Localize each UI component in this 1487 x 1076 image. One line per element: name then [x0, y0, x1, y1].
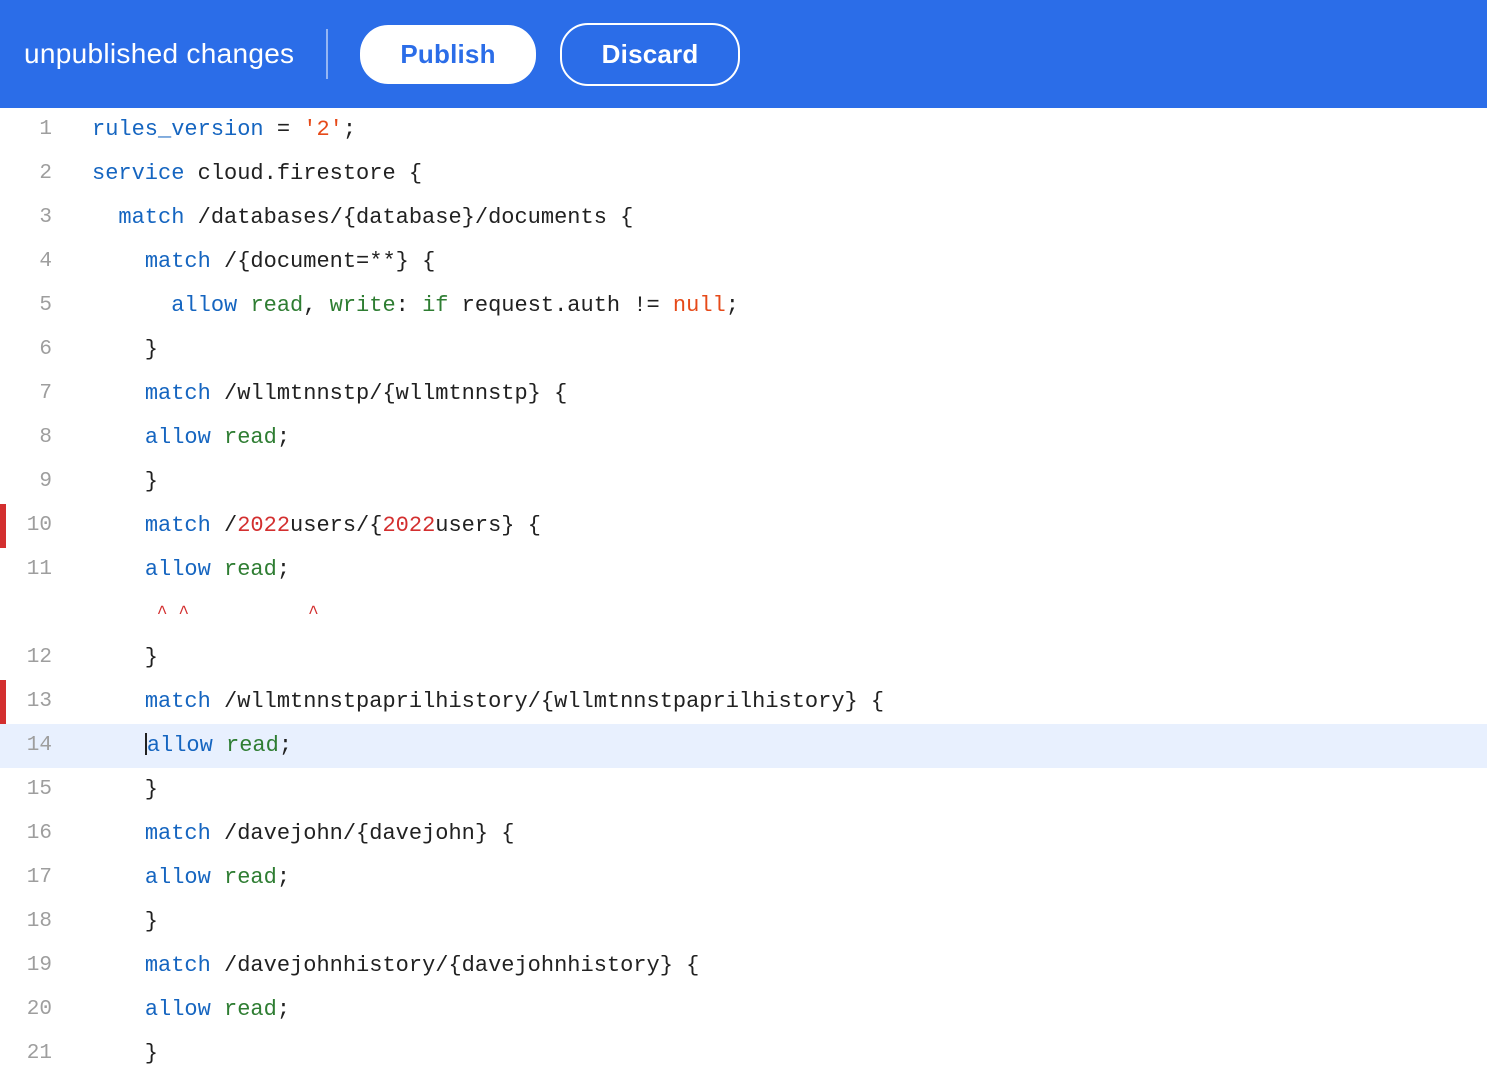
line-content: allow read;	[80, 548, 1487, 592]
code-line: 12 }	[0, 636, 1487, 680]
line-content: }	[80, 636, 1487, 680]
code-line: 7 match /wllmtnnstp/{wllmtnnstp} {	[0, 372, 1487, 416]
line-number: 7	[0, 372, 80, 416]
code-line: 17 allow read;	[0, 856, 1487, 900]
line-number: 4	[0, 240, 80, 284]
code-line: 8 allow read;	[0, 416, 1487, 460]
line-number: 20	[0, 988, 80, 1032]
code-line: 20 allow read;	[0, 988, 1487, 1032]
line-content: }	[80, 1032, 1487, 1076]
line-content: allow read;	[80, 416, 1487, 460]
text-cursor	[145, 733, 147, 755]
line-number: 5	[0, 284, 80, 328]
code-editor[interactable]: 1rules_version = '2';2service cloud.fire…	[0, 108, 1487, 1076]
code-line: 5 allow read, write: if request.auth != …	[0, 284, 1487, 328]
code-line: 6 }	[0, 328, 1487, 372]
code-line: 15 }	[0, 768, 1487, 812]
line-number: 13	[0, 680, 80, 724]
code-line: 18 }	[0, 900, 1487, 944]
code-line: 9 }	[0, 460, 1487, 504]
line-number: 6	[0, 328, 80, 372]
line-content: allow read, write: if request.auth != nu…	[80, 284, 1487, 328]
line-content: }	[80, 460, 1487, 504]
line-number: 14	[0, 724, 80, 768]
line-number: 21	[0, 1032, 80, 1076]
line-content: allow read;	[80, 856, 1487, 900]
line-number: 8	[0, 416, 80, 460]
line-number: 18	[0, 900, 80, 944]
line-content: match /davejohnhistory/{davejohnhistory}…	[80, 944, 1487, 988]
line-number: 1	[0, 108, 80, 152]
header-divider	[326, 29, 328, 79]
code-line: 10 match /2022users/{2022users} {	[0, 504, 1487, 548]
line-number: 9	[0, 460, 80, 504]
line-number: 10	[0, 504, 80, 548]
line-content: match /2022users/{2022users} {	[80, 504, 1487, 548]
line-content: }	[80, 328, 1487, 372]
line-content: service cloud.firestore {	[80, 152, 1487, 196]
line-number: 2	[0, 152, 80, 196]
line-content: match /databases/{database}/documents {	[80, 196, 1487, 240]
line-number: 3	[0, 196, 80, 240]
line-number: 17	[0, 856, 80, 900]
code-lines: 1rules_version = '2';2service cloud.fire…	[0, 108, 1487, 1076]
code-line: 3 match /databases/{database}/documents …	[0, 196, 1487, 240]
code-line: 21 }	[0, 1032, 1487, 1076]
line-content: match /wllmtnnstpaprilhistory/{wllmtnnst…	[80, 680, 1487, 724]
line-content: match /{document=**} {	[80, 240, 1487, 284]
code-line: 16 match /davejohn/{davejohn} {	[0, 812, 1487, 856]
code-line: 19 match /davejohnhistory/{davejohnhisto…	[0, 944, 1487, 988]
unpublished-changes-label: unpublished changes	[24, 38, 294, 70]
line-number: 16	[0, 812, 80, 856]
publish-button[interactable]: Publish	[360, 25, 535, 84]
code-line: 2service cloud.firestore {	[0, 152, 1487, 196]
code-line: 11 allow read;	[0, 548, 1487, 592]
code-line: 4 match /{document=**} {	[0, 240, 1487, 284]
code-line: 14 allow read;	[0, 724, 1487, 768]
code-line: 1rules_version = '2';	[0, 108, 1487, 152]
code-line: 13 match /wllmtnnstpaprilhistory/{wllmtn…	[0, 680, 1487, 724]
line-content: allow read;	[80, 724, 1487, 768]
line-content: match /davejohn/{davejohn} {	[80, 812, 1487, 856]
line-number: 11	[0, 548, 80, 592]
discard-button[interactable]: Discard	[560, 23, 741, 86]
header-bar: unpublished changes Publish Discard	[0, 0, 1487, 108]
line-content: rules_version = '2';	[80, 108, 1487, 152]
line-content: }	[80, 768, 1487, 812]
line-content: allow read;	[80, 988, 1487, 1032]
error-carets: ^ ^ ^	[80, 592, 1487, 636]
line-content: }	[80, 900, 1487, 944]
line-number: 15	[0, 768, 80, 812]
line-content: match /wllmtnnstp/{wllmtnnstp} {	[80, 372, 1487, 416]
line-number: 12	[0, 636, 80, 680]
error-caret-line: ^ ^ ^	[0, 592, 1487, 636]
line-number: 19	[0, 944, 80, 988]
